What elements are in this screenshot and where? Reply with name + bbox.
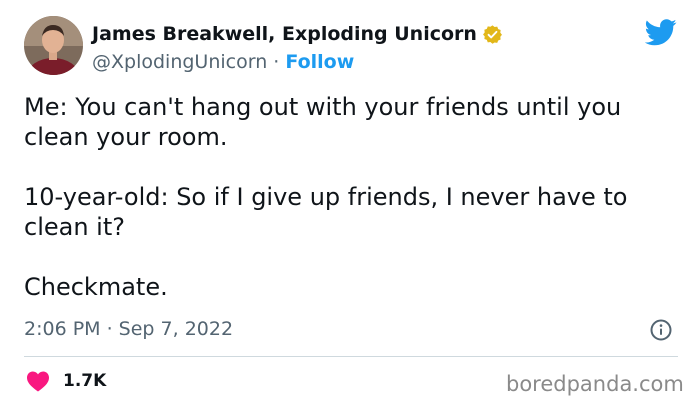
verified-badge-icon [482, 24, 503, 45]
author-name-row: James Breakwell, Exploding Unicorn [92, 23, 503, 45]
tweet-timestamp[interactable]: 2:06 PM · Sep 7, 2022 [24, 318, 233, 340]
heart-icon[interactable] [26, 370, 50, 392]
tweet-line: Checkmate. [24, 273, 168, 301]
like-action[interactable]: 1.7K [26, 370, 106, 392]
avatar[interactable] [24, 16, 83, 75]
author-handle[interactable]: @XplodingUnicorn [92, 51, 267, 73]
tweet-card: James Breakwell, Exploding Unicorn @Xplo… [0, 0, 700, 410]
info-icon[interactable] [649, 318, 673, 342]
handle-separator: · [273, 51, 286, 73]
like-count: 1.7K [63, 371, 107, 391]
follow-button[interactable]: Follow [285, 51, 354, 73]
author-handle-row: @XplodingUnicorn · Follow [92, 51, 354, 73]
twitter-bird-icon[interactable] [644, 19, 677, 46]
tweet-line: Me: You can't hang out with your friends… [24, 93, 622, 151]
tweet-line: 10-year-old: So if I give up friends, I … [24, 183, 628, 241]
author-display-name[interactable]: James Breakwell, Exploding Unicorn [92, 23, 477, 45]
watermark: boredpanda.com [506, 372, 684, 396]
tweet-text: Me: You can't hang out with your friends… [24, 92, 684, 302]
divider [24, 356, 678, 357]
